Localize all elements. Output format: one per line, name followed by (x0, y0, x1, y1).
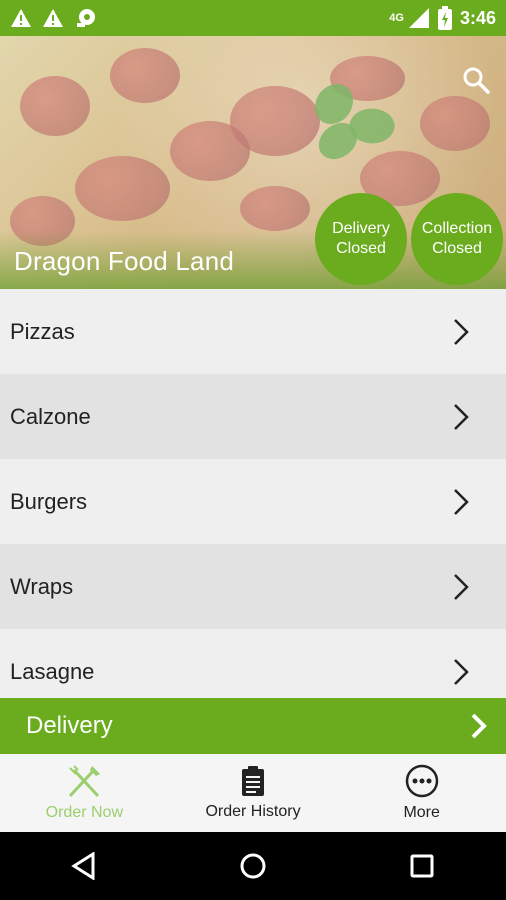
chevron-right-icon (454, 318, 469, 345)
menu-category-burgers[interactable]: Burgers (0, 459, 506, 544)
recents-button[interactable] (402, 846, 442, 886)
more-dots-icon (405, 764, 438, 798)
menu-category-label: Calzone (10, 403, 91, 429)
chevron-right-icon (454, 488, 469, 515)
badge-line: Closed (432, 240, 482, 257)
signal-icon (408, 8, 429, 28)
menu-category-calzone[interactable]: Calzone (0, 374, 506, 459)
tab-label: More (403, 804, 440, 821)
tab-order-history[interactable]: Order History (169, 754, 338, 832)
delivery-mode-button[interactable]: Delivery (0, 698, 506, 754)
chevron-right-icon (454, 573, 469, 600)
system-navigation-bar (0, 832, 506, 900)
menu-category-wraps[interactable]: Wraps (0, 544, 506, 629)
fork-knife-icon (69, 765, 101, 798)
notification-icon (77, 9, 95, 27)
clipboard-icon (242, 766, 264, 796)
search-icon[interactable] (462, 66, 490, 94)
warning-icon (11, 9, 31, 27)
restaurant-name: Dragon Food Land (14, 246, 235, 276)
tab-label: Order History (205, 803, 301, 820)
clock: 3:46 (459, 7, 496, 28)
chevron-right-icon (454, 658, 469, 685)
delivery-mode-label: Delivery (26, 712, 113, 739)
back-triangle-icon (71, 852, 95, 880)
delivery-status-badge: Delivery Closed (315, 193, 407, 285)
home-button[interactable] (233, 846, 273, 886)
menu-category-pizzas[interactable]: Pizzas (0, 289, 506, 374)
menu-category-label: Lasagne (10, 658, 95, 684)
tab-label: Order Now (45, 804, 124, 821)
tab-more[interactable]: More (337, 754, 506, 832)
badge-line: Collection (421, 220, 493, 237)
chevron-right-icon (454, 403, 469, 430)
menu-category-label: Pizzas (10, 318, 75, 344)
collection-status-badge: Collection Closed (411, 193, 503, 285)
status-bar: 4G 3:46 (0, 0, 506, 36)
badge-line: Delivery (332, 220, 390, 237)
chevron-right-icon (471, 713, 487, 739)
home-circle-icon (240, 853, 266, 879)
status-system: 4G 3:46 (389, 6, 496, 30)
warning-icon (43, 9, 63, 27)
status-notifications (10, 7, 98, 29)
network-label: 4G (389, 12, 404, 24)
menu-category-list: Pizzas Calzone Burgers Wraps Lasagne (0, 289, 506, 714)
recents-square-icon (410, 854, 434, 878)
menu-category-label: Burgers (10, 488, 88, 514)
tab-order-now[interactable]: Order Now (0, 754, 169, 832)
bottom-tab-bar: Order Now Order History More (0, 754, 506, 832)
badge-line: Closed (336, 240, 386, 257)
menu-category-label: Wraps (10, 573, 74, 599)
back-button[interactable] (64, 846, 104, 886)
battery-icon (437, 6, 452, 30)
